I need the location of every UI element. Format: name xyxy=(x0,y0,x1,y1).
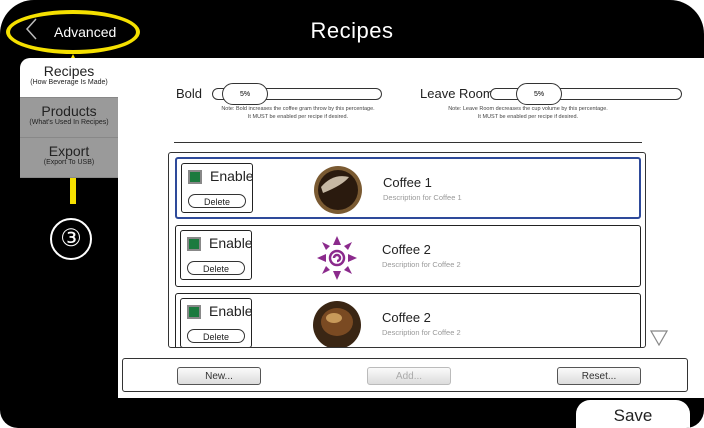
delete-button[interactable]: Delete xyxy=(188,194,246,208)
leave-room-note: Note: Leave Room decreases the cup volum… xyxy=(408,105,648,121)
sidebar-item-export[interactable]: Export (Export To USB) xyxy=(20,138,118,178)
enable-label: Enable xyxy=(209,235,253,251)
sidebar-item-sublabel: (How Beverage Is Made) xyxy=(30,79,108,86)
recipe-card[interactable]: Enable Delete Coffee 2 Description for C… xyxy=(175,225,641,287)
recipe-description: Description for Coffee 2 xyxy=(382,260,461,269)
delete-button[interactable]: Delete xyxy=(187,261,245,275)
sidebar-item-sublabel: (Export To USB) xyxy=(43,159,95,166)
recipe-title: Coffee 2 xyxy=(382,242,431,257)
recipe-title: Coffee 1 xyxy=(383,175,432,190)
bold-note-line2: It MUST be enabled per recipe if desired… xyxy=(247,114,349,120)
recipe-card[interactable]: Enable Delete Coffee 2 Description for C… xyxy=(175,293,641,347)
divider xyxy=(174,142,642,143)
app-frame: Recipes Advanced ③ Recipes (How Beverage… xyxy=(0,0,704,428)
coffee-glass-icon xyxy=(313,301,361,347)
leave-room-slider-knob[interactable]: 5% xyxy=(516,83,562,105)
bold-note: Note: Bold increases the coffee gram thr… xyxy=(178,105,418,121)
enable-label: Enable xyxy=(209,303,253,319)
add-button[interactable]: Add... xyxy=(367,367,451,385)
sidebar-item-recipes[interactable]: Recipes (How Beverage Is Made) xyxy=(20,58,118,98)
recipe-title: Coffee 2 xyxy=(382,310,431,325)
bold-slider-knob[interactable]: 5% xyxy=(222,83,268,105)
recipe-list[interactable]: Enable Delete Coffee 1 Description for C… xyxy=(168,152,646,348)
recipe-description: Description for Coffee 1 xyxy=(383,193,462,202)
save-button[interactable]: Save xyxy=(576,400,690,428)
enable-box: Enable Delete xyxy=(180,298,253,347)
reset-button[interactable]: Reset... xyxy=(557,367,641,385)
bold-label: Bold xyxy=(176,86,203,101)
leave-room-label: Leave Room xyxy=(420,86,494,101)
recipe-description: Description for Coffee 2 xyxy=(382,328,461,337)
enable-box: Enable Delete xyxy=(180,230,253,280)
enable-label: Enable xyxy=(210,168,254,184)
sidebar-item-label: Recipes xyxy=(43,63,95,79)
delete-button[interactable]: Delete xyxy=(187,329,245,343)
step-number-badge: ③ xyxy=(50,218,92,260)
action-bar: New... Add... Reset... xyxy=(122,358,688,392)
enable-checkbox[interactable] xyxy=(187,237,201,251)
bold-note-line1: Note: Bold increases the coffee gram thr… xyxy=(221,106,375,112)
sidebar-item-label: Export xyxy=(48,143,90,159)
leave-room-note-line2: It MUST be enabled per recipe if desired… xyxy=(477,114,579,120)
recipe-card[interactable]: Enable Delete Coffee 1 Description for C… xyxy=(175,157,641,219)
scroll-down-icon[interactable] xyxy=(650,330,668,346)
new-button[interactable]: New... xyxy=(177,367,261,385)
purple-swirl-logo-icon xyxy=(317,236,357,280)
enable-checkbox[interactable] xyxy=(188,170,202,184)
leave-room-note-line1: Note: Leave Room decreases the cup volum… xyxy=(448,106,608,112)
sidebar-item-label: Products xyxy=(41,103,97,119)
sidebar: Recipes (How Beverage Is Made) Products … xyxy=(20,58,118,178)
enable-box: Enable Delete xyxy=(181,163,254,213)
sidebar-item-products[interactable]: Products (What's Used In Recipes) xyxy=(20,98,118,138)
coffee-cup-top-icon xyxy=(314,166,362,214)
main-panel: Bold 5% Note: Bold increases the coffee … xyxy=(118,58,704,398)
sidebar-item-sublabel: (What's Used In Recipes) xyxy=(29,119,109,126)
highlight-ring xyxy=(6,10,140,54)
enable-checkbox[interactable] xyxy=(187,305,201,319)
